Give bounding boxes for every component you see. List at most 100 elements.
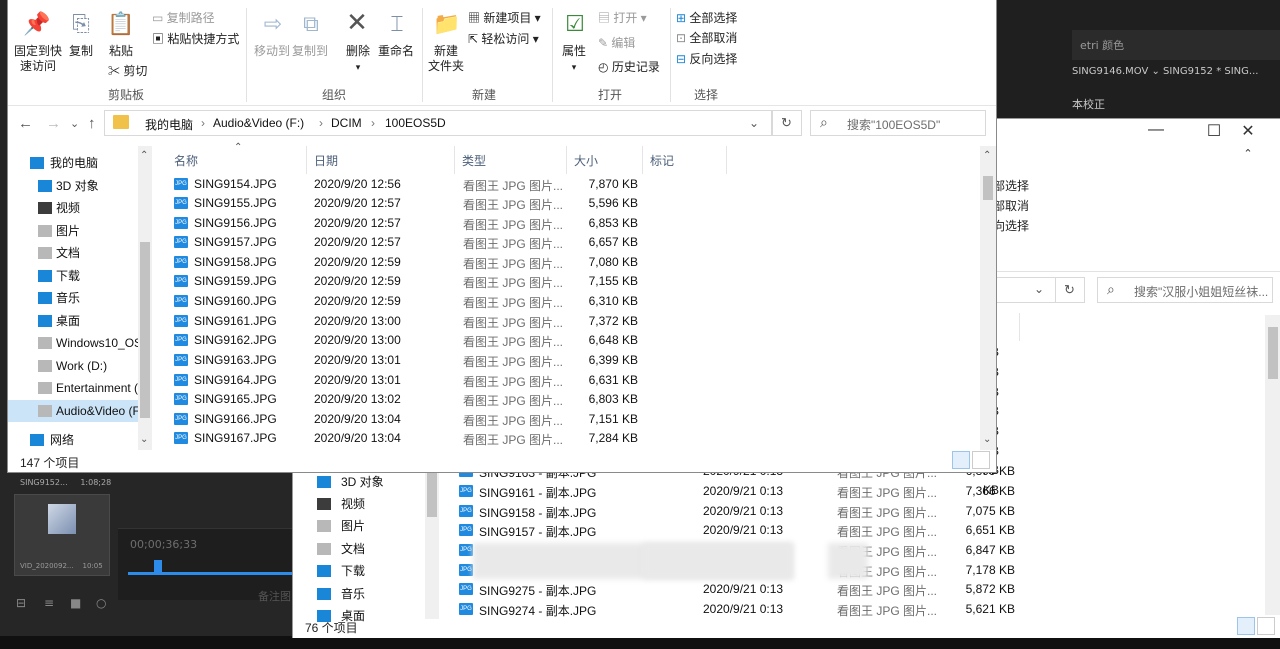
nav-item-videos[interactable]: 视频	[293, 493, 425, 515]
table-row[interactable]: JPG SING9154.JPG 2020/9/20 12:56 看图王 JPG 图片…	[168, 174, 978, 194]
copy-path-button[interactable]: ▭ 复制路径	[152, 9, 215, 27]
copy-button[interactable]: 复制	[64, 44, 98, 59]
table-row[interactable]: JPG SING9167.JPG 2020/9/20 13:04 看图王 JPG 图片…	[168, 428, 978, 448]
nav-item-drive-c[interactable]: Windows10_OS (C:)	[8, 332, 138, 354]
breadcrumb-drive[interactable]: Audio&Video (F:)	[213, 116, 304, 130]
easy-access-button[interactable]: ⇱ 轻松访问 ▾	[468, 30, 539, 48]
scroll-up-icon[interactable]: ⌃	[983, 146, 991, 166]
table-row[interactable]: JPG SING9163.JPG 2020/9/20 13:01 看图王 JPG 图片…	[168, 350, 978, 370]
table-row[interactable]: JPG SING9158.JPG 2020/9/20 12:59 看图王 JPG 图片…	[168, 252, 978, 272]
nav-item-3d-objects[interactable]: 3D 对象	[293, 471, 425, 493]
vertical-scrollbar[interactable]: ⌃ ⌄	[980, 146, 996, 450]
table-row[interactable]: JPG SING9159.JPG 2020/9/20 12:59 看图王 JPG 图片…	[168, 271, 978, 291]
maximize-button[interactable]: ☐	[1199, 121, 1229, 141]
nav-item-pictures[interactable]: 图片	[293, 515, 425, 537]
table-row[interactable]: JPG SING9161.JPG 2020/9/20 13:00 看图王 JPG 图片…	[168, 311, 978, 331]
nav-item-network[interactable]: 网络	[8, 429, 138, 451]
ribbon-collapse-icon[interactable]: ⌃	[1233, 147, 1263, 160]
nav-item-desktop[interactable]: 桌面	[8, 310, 138, 332]
nav-item-documents[interactable]: 文档	[8, 242, 138, 264]
scroll-down-icon[interactable]: ⌄	[983, 430, 991, 450]
search-input[interactable]: 搜索"100EOS5D"	[810, 110, 986, 136]
scroll-up-icon[interactable]: ⌃	[140, 146, 148, 166]
select-none-button[interactable]: ⊡ 全部取消	[676, 29, 737, 47]
table-row[interactable]: JPG SING9158 - 副本.JPG 2020/9/21 0:13 看图王 JP…	[453, 501, 1233, 521]
table-row[interactable]: JPG SING9166.JPG 2020/9/20 13:04 看图王 JPG 图片…	[168, 409, 978, 429]
breadcrumb-folder[interactable]: 100EOS5D	[385, 116, 446, 130]
nav-item-3d-objects[interactable]: 3D 对象	[8, 175, 138, 197]
nav-item-this-pc[interactable]: 我的电脑	[8, 152, 138, 174]
background-color-tab[interactable]: etri 颜色	[1072, 30, 1280, 60]
nav-item-drive-d[interactable]: Work (D:)	[8, 355, 138, 377]
search-input[interactable]: 搜索"汉服小姐姐短丝袜...	[1097, 277, 1273, 303]
select-none-button[interactable]: 部取消	[993, 197, 1029, 215]
list-view-icon[interactable]: ≡	[44, 596, 54, 610]
table-row[interactable]: JPG SING9155.JPG 2020/9/20 12:57 看图王 JPG 图片…	[168, 193, 978, 213]
new-item-button[interactable]: ▦ 新建项目 ▾	[468, 9, 541, 27]
details-view-button[interactable]	[1237, 617, 1255, 635]
edit-button[interactable]: ✎ 编辑	[598, 34, 635, 52]
column-header-size[interactable]: 大小	[574, 152, 598, 169]
breadcrumb-dcim[interactable]: DCIM	[331, 116, 362, 130]
nav-item-downloads[interactable]: 下载	[8, 265, 138, 287]
nav-scrollbar-thumb[interactable]	[427, 471, 437, 517]
table-row[interactable]: JPG SING9161 - 副本.JPG 2020/9/21 0:13 看图王 JP…	[453, 481, 1233, 501]
column-header-tags[interactable]: 标记	[650, 152, 674, 169]
scrollbar-thumb[interactable]	[983, 176, 993, 200]
table-row[interactable]: JPG SING9160.JPG 2020/9/20 12:59 看图王 JPG 图片…	[168, 291, 978, 311]
column-header-date[interactable]: 日期	[314, 152, 338, 169]
timecode-display[interactable]: 00;00;36;33	[130, 538, 250, 552]
table-row[interactable]: JPG SING9162.JPG 2020/9/20 13:00 看图王 JPG 图片…	[168, 330, 978, 350]
close-button[interactable]: ✕	[1233, 121, 1263, 141]
table-row[interactable]: JPG SING9164.JPG 2020/9/20 13:01 看图王 JPG 图片…	[168, 370, 978, 390]
address-dropdown-icon[interactable]: ⌄	[1034, 279, 1044, 299]
details-view-button[interactable]	[952, 451, 970, 469]
nav-item-drive-f[interactable]: Audio&Video (F:)	[8, 400, 138, 422]
timeline-work-area-bar[interactable]	[128, 572, 292, 575]
nav-item-videos[interactable]: 视频	[8, 197, 138, 219]
refresh-button[interactable]: ↻	[1055, 277, 1085, 303]
recent-locations-icon[interactable]: ⌄	[70, 114, 79, 134]
nav-item-pictures[interactable]: 图片	[8, 220, 138, 242]
scrollbar-thumb[interactable]	[1268, 327, 1278, 379]
table-row[interactable]: JPG SING9275 - 副本.JPG 2020/9/21 0:13 看图王 JP…	[453, 579, 1233, 599]
refresh-button[interactable]: ↻	[772, 110, 802, 136]
nav-item-downloads[interactable]: 下载	[293, 560, 425, 582]
select-all-button[interactable]: ⊞ 全部选择	[676, 9, 737, 27]
nav-item-music[interactable]: 音乐	[293, 583, 425, 605]
paste-button[interactable]: 粘贴	[104, 44, 138, 59]
paste-shortcut-button[interactable]: ▣ 粘贴快捷方式	[152, 30, 239, 48]
table-row[interactable]: JPG SING9156.JPG 2020/9/20 12:57 看图王 JPG 图片…	[168, 213, 978, 233]
playhead-handle[interactable]	[154, 560, 162, 572]
select-all-button[interactable]: 部选择	[993, 177, 1029, 195]
scroll-down-icon[interactable]: ⌄	[140, 430, 148, 450]
background-sequence-tabs[interactable]: SING9146.MOV ⌄ SING9152 * SING...	[1072, 66, 1280, 84]
forward-arrow-icon[interactable]: →	[46, 114, 61, 134]
nav-item-documents[interactable]: 文档	[293, 538, 425, 560]
column-header-type[interactable]: 类型	[462, 152, 486, 169]
new-folder-button[interactable]: 新建 文件夹	[424, 44, 468, 74]
pin-quick-access-button[interactable]: 固定到快 速访问	[12, 44, 64, 74]
large-icons-view-button[interactable]	[1257, 617, 1275, 635]
nav-scrollbar-thumb[interactable]	[140, 242, 150, 418]
up-arrow-icon[interactable]: ↑	[88, 114, 96, 134]
nav-scrollbar[interactable]	[425, 467, 439, 619]
table-row[interactable]: JPG SING9157.JPG 2020/9/20 12:57 看图王 JPG 图片…	[168, 232, 978, 252]
copy-to-button[interactable]: 复制到	[288, 44, 332, 59]
vertical-scrollbar[interactable]	[1265, 315, 1280, 615]
minimize-button[interactable]: —	[1141, 121, 1171, 139]
address-bar[interactable]: 我的电脑 › Audio&Video (F:) › DCIM › 100EOS5…	[104, 110, 772, 136]
rename-button[interactable]: 重命名	[374, 44, 418, 59]
column-header-name[interactable]: 名称	[174, 152, 198, 169]
nav-item-drive-e[interactable]: Entertainment (E:)	[8, 377, 138, 399]
table-row[interactable]: JPG SING9274 - 副本.JPG 2020/9/21 0:13 看图王 JP…	[453, 599, 1233, 619]
zoom-icon[interactable]: ○	[96, 596, 106, 610]
delete-button[interactable]: 删除 ▾	[338, 44, 378, 75]
history-button[interactable]: ◴ 历史记录	[598, 58, 660, 76]
table-row[interactable]: JPG SING9157 - 副本.JPG 2020/9/21 0:13 看图王 JP…	[453, 520, 1233, 540]
address-dropdown-icon[interactable]: ⌄	[749, 113, 759, 133]
back-arrow-icon[interactable]: ←	[18, 114, 33, 134]
cut-button[interactable]: ✂ 剪切	[108, 62, 147, 80]
invert-selection-button[interactable]: ⊟ 反向选择	[676, 50, 737, 68]
icon-view-icon[interactable]: ■	[70, 596, 81, 610]
